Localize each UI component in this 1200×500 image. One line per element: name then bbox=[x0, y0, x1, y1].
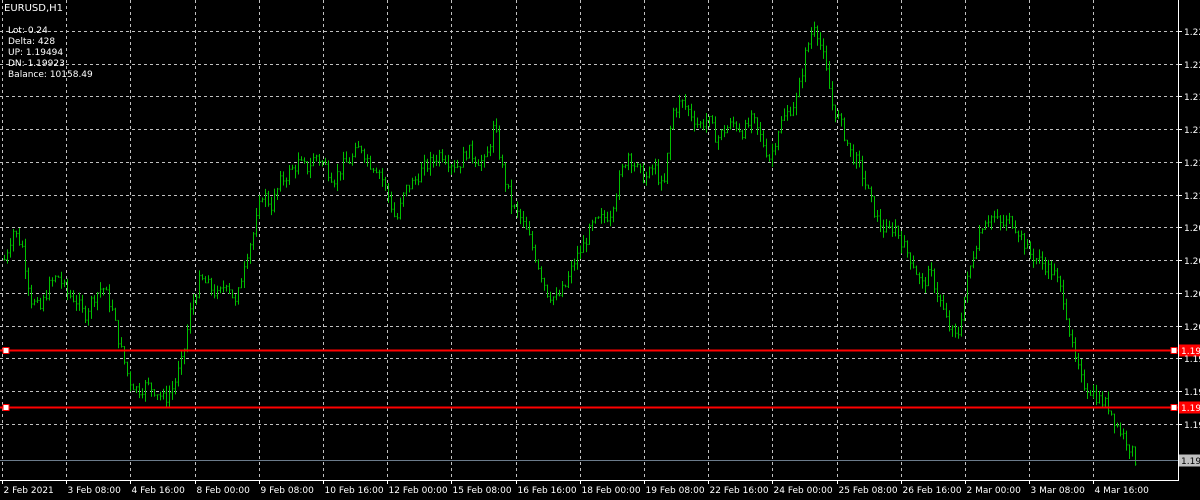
price-label: 1.21330 bbox=[1184, 159, 1200, 169]
time-label: 18 Feb 00:00 bbox=[582, 486, 641, 496]
price-label: 1.21575 bbox=[1184, 126, 1200, 136]
level-handle-left-lower[interactable] bbox=[2, 404, 10, 411]
price-chart[interactable]: 1.191011.199231.19494 1.223101.220651.21… bbox=[0, 0, 1200, 500]
time-label: 4 Feb 16:00 bbox=[132, 486, 186, 496]
time-label: 3 Feb 08:00 bbox=[68, 486, 122, 496]
price-label: 1.21820 bbox=[1184, 93, 1200, 103]
level-handle-left-upper[interactable] bbox=[2, 347, 10, 354]
time-label: 3 Mar 08:00 bbox=[1031, 486, 1086, 496]
time-label: 15 Feb 08:00 bbox=[453, 486, 512, 496]
time-label: 2 Feb 2021 bbox=[4, 486, 54, 496]
chart-window[interactable]: 1.191011.199231.19494 1.223101.220651.21… bbox=[0, 0, 1200, 500]
price-label: 1.19860 bbox=[1184, 355, 1200, 365]
bid-price-label: 1.19101 bbox=[1181, 457, 1200, 467]
time-label: 25 Feb 08:00 bbox=[839, 486, 898, 496]
time-label: 24 Feb 00:00 bbox=[774, 486, 833, 496]
time-label: 10 Feb 16:00 bbox=[325, 486, 384, 496]
level-handle-right-lower[interactable] bbox=[1170, 404, 1178, 411]
time-label: 12 Feb 00:00 bbox=[389, 486, 448, 496]
price-label: 1.19615 bbox=[1184, 388, 1200, 398]
time-label: 2 Mar 00:00 bbox=[967, 486, 1022, 496]
time-label: 4 Mar 16:00 bbox=[1095, 486, 1150, 496]
info-line-up: UP1.19494 bbox=[8, 48, 93, 59]
price-label: 1.21085 bbox=[1184, 192, 1200, 202]
price-label: 1.20105 bbox=[1184, 323, 1200, 333]
price-label: 1.20350 bbox=[1184, 290, 1200, 300]
time-label: 8 Feb 00:00 bbox=[197, 486, 251, 496]
time-label: 9 Feb 08:00 bbox=[261, 486, 315, 496]
time-label: 22 Feb 16:00 bbox=[710, 486, 769, 496]
info-panel: Lot0.24 Delta428 UP1.19494 DN1.19923 Bal… bbox=[8, 26, 93, 81]
price-label: 1.22310 bbox=[1184, 28, 1200, 38]
info-line-delta: Delta428 bbox=[8, 37, 93, 48]
price-label: 1.20595 bbox=[1184, 257, 1200, 267]
info-line-dn: DN1.19923 bbox=[8, 59, 93, 70]
chart-title: EURUSD,H1 bbox=[4, 3, 64, 14]
info-line-lot: Lot0.24 bbox=[8, 26, 93, 37]
price-label: 1.22065 bbox=[1184, 61, 1200, 71]
level-handle-right-upper[interactable] bbox=[1170, 347, 1178, 354]
price-label: 1.19370 bbox=[1184, 421, 1200, 431]
level-price-label-lower: 1.19494 bbox=[1181, 404, 1200, 414]
time-label: 19 Feb 08:00 bbox=[646, 486, 705, 496]
price-label: 1.20840 bbox=[1184, 224, 1200, 234]
time-label: 26 Feb 16:00 bbox=[903, 486, 962, 496]
info-line-balance: Balance10158.49 bbox=[8, 70, 93, 81]
time-label: 16 Feb 16:00 bbox=[518, 486, 577, 496]
